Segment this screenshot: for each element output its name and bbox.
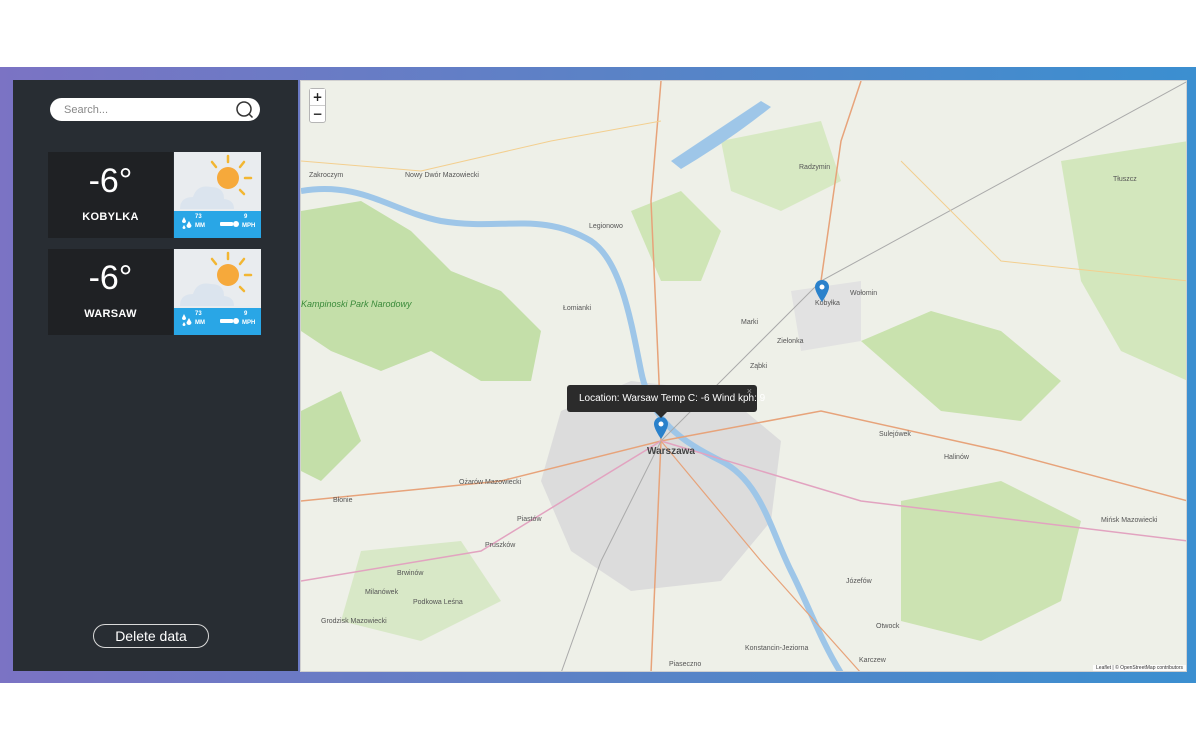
popup-text: Location: Warsaw Temp C: -6 Wind kph: 9 — [579, 393, 766, 404]
search-bar[interactable] — [50, 98, 260, 121]
precipitation-unit: MM — [195, 320, 205, 326]
popup-tip — [655, 412, 667, 418]
map-label-pruszkow: Pruszków — [485, 542, 516, 549]
zoom-in-button[interactable]: + — [310, 89, 325, 105]
map-label-lomianki: Łomianki — [563, 305, 592, 312]
weather-stats: 73 MM 9 MPH — [174, 211, 261, 238]
map-label-piastow: Piastów — [517, 516, 542, 523]
map-attribution[interactable]: Leaflet | © OpenStreetMap contributors — [1093, 665, 1186, 671]
map-label-otwock: Otwock — [876, 623, 900, 630]
map-label-podkowa: Podkowa Leśna — [413, 599, 463, 606]
precipitation-value: 73 — [195, 214, 202, 220]
map-marker-kobylka[interactable] — [815, 280, 829, 302]
weather-illustration: 73 MM 9 MPH — [174, 152, 261, 238]
map-marker-warsaw[interactable] — [654, 417, 668, 439]
wind-icon — [220, 318, 239, 324]
weather-card-kobylka[interactable]: -6° KOBYLKA 73 MM 9 MPH — [48, 152, 261, 238]
app-frame: -6° KOBYLKA — [0, 67, 1196, 683]
map-label-radzymin: Radzymin — [799, 164, 831, 171]
wind-icon — [220, 221, 239, 227]
weather-illustration: 73 MM 9 MPH — [174, 249, 261, 335]
zoom-out-button[interactable]: − — [310, 105, 325, 121]
map-label-nowydwor: Nowy Dwór Mazowiecki — [405, 172, 479, 179]
search-input[interactable] — [64, 102, 229, 117]
city-name: KOBYLKA — [82, 211, 139, 223]
map-label-marki: Marki — [741, 319, 759, 326]
map-label-tluszcz: Tłuszcz — [1113, 176, 1137, 183]
wind-value: 9 — [244, 311, 248, 317]
map-label-grodzisk: Grodzisk Mazowiecki — [321, 618, 387, 625]
map-label-kampinoski: Kampinoski Park Narodowy — [301, 299, 412, 309]
map-label-minsk: Mińsk Mazowiecki — [1101, 517, 1158, 524]
weather-stats: 73 MM 9 MPH — [174, 308, 261, 335]
weather-card-warsaw[interactable]: -6° WARSAW 73 MM 9 MPH — [48, 249, 261, 335]
map-popup: Location: Warsaw Temp C: -6 Wind kph: 9 … — [567, 385, 765, 418]
map-label-ozarow: Ożarów Mazowiecki — [459, 479, 522, 486]
map-label-brwinow: Brwinów — [397, 570, 424, 577]
wind-unit: MPH — [242, 223, 256, 229]
zoom-control: + − — [309, 88, 326, 123]
map-label-blonie: Błonie — [333, 497, 353, 504]
search-icon[interactable] — [235, 100, 254, 119]
temperature: -6° — [88, 259, 133, 297]
map-label-jozefow: Józefów — [846, 578, 872, 585]
map-label-halinow: Halinów — [944, 454, 969, 461]
map-label-piaseczno: Piaseczno — [669, 661, 702, 668]
precipitation-value: 73 — [195, 311, 202, 317]
popup-close-icon[interactable]: × — [747, 386, 752, 396]
map-label-karczew: Karczew — [859, 657, 886, 664]
temperature: -6° — [88, 162, 133, 200]
map-label-warszawa: Warszawa — [647, 446, 695, 457]
map-label-legionowo: Legionowo — [589, 223, 623, 230]
weather-card-info: -6° WARSAW — [48, 249, 173, 335]
weather-card-info: -6° KOBYLKA — [48, 152, 173, 238]
sidebar: -6° KOBYLKA — [13, 80, 298, 671]
wind-unit: MPH — [242, 320, 256, 326]
map-tiles[interactable] — [301, 81, 1187, 672]
wind-value: 9 — [244, 214, 248, 220]
raindrops-icon — [182, 314, 192, 326]
map-label-konstancin: Konstancin-Jeziorna — [745, 645, 809, 652]
map-view[interactable]: Warszawa Kobyłka Legionowo Marki Zielonk… — [300, 80, 1187, 672]
delete-data-button[interactable]: Delete data — [93, 624, 209, 648]
map-label-wolomin: Wołomin — [850, 290, 878, 297]
city-name: WARSAW — [84, 308, 137, 320]
raindrops-icon — [182, 217, 192, 229]
map-label-zakroczym: Zakroczym — [309, 172, 344, 179]
map-label-zabki: Ząbki — [750, 363, 768, 370]
precipitation-unit: MM — [195, 223, 205, 229]
map-label-sulejowek: Sulejówek — [879, 431, 911, 438]
map-label-zielonka: Zielonka — [777, 338, 804, 345]
map-label-milanowek: Milanówek — [365, 589, 399, 596]
